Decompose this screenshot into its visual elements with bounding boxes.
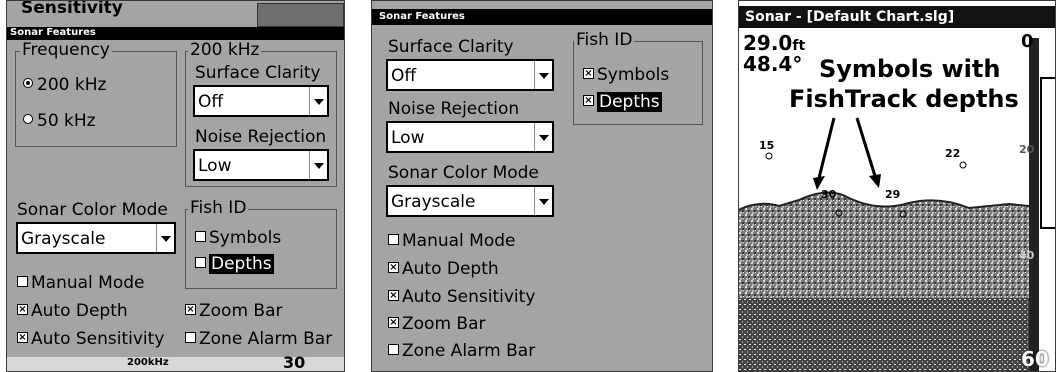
checkbox-unchecked-icon <box>195 230 206 242</box>
checkbox-checked-icon: × <box>185 303 196 315</box>
sonar-features-screen-left: Sensitivity Sonar Features Frequency 200… <box>6 0 345 372</box>
fish-id-group: Fish ID <box>185 198 337 289</box>
dialog-title-bar: Sonar Features <box>7 27 344 40</box>
surface-clarity-label: Surface Clarity <box>195 63 321 83</box>
radio-unselected-icon <box>23 114 33 124</box>
fish-depth-label: 22 <box>945 147 961 160</box>
checkbox-unchecked-icon <box>195 256 206 268</box>
annotation-line-1: Symbols with <box>819 55 1001 83</box>
chevron-down-icon <box>309 87 327 115</box>
depth-scale-bar <box>1029 38 1039 371</box>
chevron-down-icon <box>309 151 327 179</box>
depth-scale-zoom <box>1040 77 1055 229</box>
scale-top-label: 0 <box>1021 31 1034 52</box>
fish-symbols-checkbox[interactable]: Symbols <box>195 228 281 248</box>
noise-rejection-value: Low <box>198 156 232 176</box>
surface-clarity-dropdown[interactable]: Off <box>386 59 554 91</box>
radio-selected-icon <box>23 78 33 88</box>
khz-legend: 200 kHz <box>188 40 262 60</box>
sonar-title: Sonar - [Default Chart.slg] <box>745 9 955 25</box>
background-map-strip: 200kHz 30 <box>7 353 344 371</box>
color-mode-label: Sonar Color Mode <box>17 200 168 220</box>
checkbox-checked-icon: × <box>388 261 399 273</box>
scale-40-label: 40 <box>1019 249 1035 262</box>
zoom-bar-checkbox[interactable]: × Zoom Bar <box>185 301 282 321</box>
auto-depth-checkbox[interactable]: × Auto Depth <box>17 301 128 321</box>
checkbox-checked-icon: × <box>388 289 399 301</box>
color-mode-value: Grayscale <box>21 229 106 249</box>
chevron-down-icon <box>534 187 552 215</box>
background-slider <box>257 3 344 27</box>
zoom-bar-checkbox[interactable]: × Zoom Bar <box>388 314 485 334</box>
checkbox-unchecked-icon <box>388 343 399 355</box>
noise-rejection-dropdown[interactable]: Low <box>386 121 554 153</box>
fish-depth-label: 15 <box>759 139 775 152</box>
auto-depth-checkbox[interactable]: × Auto Depth <box>388 259 499 279</box>
radio-200khz[interactable]: 200 kHz <box>23 75 106 95</box>
fish-depths-checkbox[interactable]: Depths <box>195 254 274 274</box>
fish-depth-label: 30 <box>821 188 837 201</box>
sonar-features-screen-middle: Sonar Features Surface Clarity Off Noise… <box>371 0 713 372</box>
chevron-down-icon <box>156 224 174 252</box>
surface-clarity-value: Off <box>198 92 224 112</box>
fish-id-legend: Fish ID <box>574 30 635 50</box>
noise-rejection-value: Low <box>391 128 425 148</box>
frequency-group: Frequency <box>15 40 177 147</box>
checkbox-checked-icon: × <box>17 331 28 343</box>
annotation-arrow-right <box>855 117 877 177</box>
checkbox-unchecked-icon <box>17 275 28 287</box>
sonar-title-bar: Sonar - [Default Chart.slg] <box>739 6 1055 28</box>
checkbox-checked-icon: × <box>17 303 28 315</box>
surface-clarity-value: Off <box>391 66 417 86</box>
sub-bottom <box>739 298 1029 371</box>
temperature-readout: 48.4° <box>743 52 803 76</box>
zone-alarm-bar-checkbox[interactable]: Zone Alarm Bar <box>185 329 332 349</box>
color-mode-label: Sonar Color Mode <box>388 163 539 183</box>
noise-rejection-label: Noise Rejection <box>388 99 520 119</box>
dialog-title: Sonar Features <box>379 11 465 22</box>
sonar-chart-screen: Sonar - [Default Chart.slg] 29.0ft 48.4°… <box>738 0 1056 372</box>
surface-clarity-label: Surface Clarity <box>388 37 514 57</box>
fish-icon <box>959 161 967 169</box>
checkbox-checked-icon: × <box>388 316 399 328</box>
scale-20-label: 20 <box>1019 143 1035 156</box>
chevron-down-icon <box>534 61 552 89</box>
chevron-down-icon <box>534 123 552 151</box>
annotation-arrow-left <box>817 117 836 179</box>
surface-clarity-dropdown[interactable]: Off <box>193 85 329 117</box>
color-mode-dropdown[interactable]: Grayscale <box>386 185 554 217</box>
manual-mode-checkbox[interactable]: Manual Mode <box>17 273 145 293</box>
fish-symbols-checkbox[interactable]: × Symbols <box>583 65 669 85</box>
dialog-title-bar: Sonar Features <box>372 9 712 25</box>
annotation-arrowhead-right <box>869 174 881 188</box>
checkbox-unchecked-icon <box>185 331 196 343</box>
noise-rejection-label: Noise Rejection <box>195 127 327 147</box>
fish-icon <box>765 152 773 160</box>
background-menu-label: Sensitivity <box>21 0 123 18</box>
checkbox-unchecked-icon <box>388 233 399 245</box>
auto-sensitivity-checkbox[interactable]: × Auto Sensitivity <box>388 287 535 307</box>
checkbox-checked-icon: × <box>583 67 594 79</box>
radio-50khz[interactable]: 50 kHz <box>23 111 96 131</box>
checkbox-checked-icon: × <box>583 94 594 106</box>
fish-id-legend: Fish ID <box>188 198 249 218</box>
frequency-legend: Frequency <box>20 40 112 60</box>
background-depth-text: 30 <box>283 353 306 372</box>
scale-bottom-label: 60 <box>1021 347 1049 371</box>
noise-rejection-dropdown[interactable]: Low <box>193 149 329 181</box>
zone-alarm-bar-checkbox[interactable]: Zone Alarm Bar <box>388 341 535 361</box>
manual-mode-checkbox[interactable]: Manual Mode <box>388 231 516 251</box>
fish-depths-checkbox[interactable]: × Depths <box>583 92 662 112</box>
auto-sensitivity-checkbox[interactable]: × Auto Sensitivity <box>17 329 164 349</box>
color-mode-value: Grayscale <box>391 192 476 212</box>
background-frequency-text: 200kHz <box>127 357 169 368</box>
dialog-title: Sonar Features <box>10 27 96 38</box>
color-mode-dropdown[interactable]: Grayscale <box>16 222 176 254</box>
annotation-line-2: FishTrack depths <box>789 85 1019 113</box>
fish-depth-label: 29 <box>885 188 901 201</box>
